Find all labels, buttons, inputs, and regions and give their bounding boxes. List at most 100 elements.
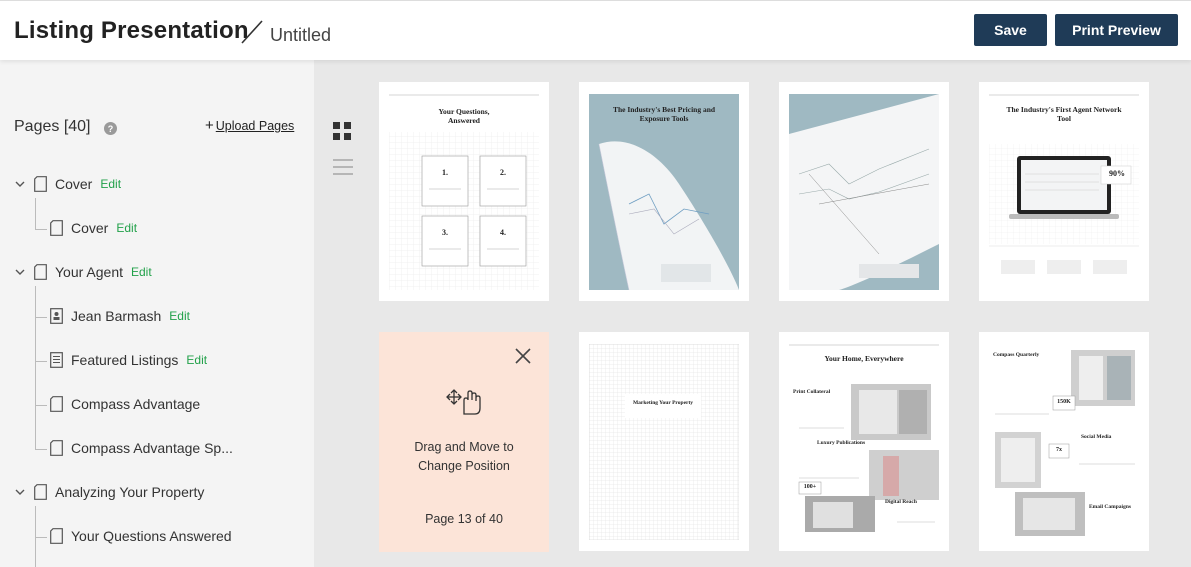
tree-connector xyxy=(35,198,36,230)
close-icon[interactable] xyxy=(515,348,531,364)
thumbnail-preview: Compass Quarterly 150K 7x Social Media E… xyxy=(989,344,1139,540)
tree-connector xyxy=(35,317,47,318)
tree-connector xyxy=(35,286,36,450)
chart-page-art xyxy=(789,94,939,290)
thumbnail-preview: Your Questions, Answered 1. 2. 3. 4. xyxy=(389,94,539,290)
tree-item-label: Cover xyxy=(55,176,93,192)
question-number: 4. xyxy=(500,228,506,237)
page-icon xyxy=(34,264,47,280)
edit-link[interactable]: Edit xyxy=(169,309,190,323)
app-header: Listing Presentation Untitled Save Print… xyxy=(0,0,1191,60)
thumbnail-title: Compass Quarterly xyxy=(993,352,1040,358)
page-position-label: Page 13 of 40 xyxy=(425,512,503,526)
save-button[interactable]: Save xyxy=(974,14,1047,46)
tree-item-label: Cover xyxy=(71,220,109,236)
question-number: 3. xyxy=(442,228,448,237)
network-tool-page-art xyxy=(989,94,1139,274)
page-thumbnail[interactable]: Compass Quarterly 150K 7x Social Media E… xyxy=(979,332,1149,551)
drag-instructions-line2: Change Position xyxy=(418,459,510,473)
agent-profile-icon xyxy=(50,308,63,324)
page-thumbnail[interactable]: Your Questions, Answered 1. 2. 3. 4. xyxy=(379,82,549,301)
tree-item-label: Compass Advantage Sp... xyxy=(71,440,233,456)
tree-item-label: Your Questions Answered xyxy=(71,528,232,544)
slash-divider-icon xyxy=(241,20,263,44)
grid-view-icon[interactable] xyxy=(333,122,351,140)
drag-instructions-line1: Drag and Move to xyxy=(414,440,514,454)
page-icon xyxy=(50,396,63,412)
listings-page-icon xyxy=(50,352,63,368)
tree-connector xyxy=(35,229,47,230)
tree-connector xyxy=(35,537,47,538)
plus-icon: + xyxy=(205,117,214,134)
stat-badge: 150K xyxy=(1057,399,1071,405)
tree-item-featured-listings[interactable]: Featured Listings Edit xyxy=(50,349,207,371)
chevron-down-icon[interactable] xyxy=(14,178,26,190)
tree-item-compass-advantage[interactable]: Compass Advantage xyxy=(50,393,200,415)
print-preview-button[interactable]: Print Preview xyxy=(1055,14,1178,46)
question-number: 2. xyxy=(500,168,506,177)
tree-section-cover[interactable]: Cover Edit xyxy=(14,173,121,195)
tree-section-analyzing-your-property[interactable]: Analyzing Your Property xyxy=(14,481,204,503)
page-thumbnails-area: Your Questions, Answered 1. 2. 3. 4. The… xyxy=(314,60,1191,567)
drag-to-move-card[interactable]: Drag and Move to Change Position Page 13… xyxy=(379,332,549,552)
thumbnail-preview: The Industry's Best Pricing and Exposure… xyxy=(589,94,739,290)
section-heading: Digital Reach xyxy=(885,499,917,505)
thumbnail-preview: The Industry's First Agent Network Tool … xyxy=(989,94,1139,290)
marketing-page-art xyxy=(589,344,739,540)
thumbnail-title: Your Home, Everywhere xyxy=(824,354,904,363)
tree-connector xyxy=(35,405,47,406)
section-heading: Print Collateral xyxy=(793,389,831,395)
page-icon xyxy=(34,176,47,192)
page-thumbnail[interactable]: The Industry's First Agent Network Tool … xyxy=(979,82,1149,301)
compass-quarterly-page-art xyxy=(995,350,1135,536)
page-title: Listing Presentation xyxy=(14,17,249,44)
upload-pages-link[interactable]: + Upload Pages xyxy=(205,117,294,134)
stat-badge: 100+ xyxy=(803,484,817,490)
thumbnail-preview xyxy=(789,94,939,290)
pricing-page-art xyxy=(598,141,739,290)
pages-sidebar: Pages [40] ? + Upload Pages Cover Edit Co… xyxy=(0,60,314,567)
page-thumbnail[interactable]: Your Home, Everywhere Print Collateral L… xyxy=(779,332,949,551)
tree-item-label: Analyzing Your Property xyxy=(55,484,205,500)
edit-link[interactable]: Edit xyxy=(131,265,152,279)
tree-connector xyxy=(35,449,47,450)
drag-hand-icon xyxy=(446,389,481,415)
page-icon xyxy=(50,440,63,456)
tree-item-cover-page[interactable]: Cover Edit xyxy=(50,217,137,239)
section-heading: Email Campaigns xyxy=(1089,504,1132,510)
document-name[interactable]: Untitled xyxy=(270,25,331,46)
tree-item-jean-barmash[interactable]: Jean Barmash Edit xyxy=(50,305,190,327)
edit-link[interactable]: Edit xyxy=(186,353,207,367)
chevron-down-icon[interactable] xyxy=(14,266,26,278)
thumbnail-title: Marketing Your Property xyxy=(632,400,694,406)
tree-section-your-agent[interactable]: Your Agent Edit xyxy=(14,261,152,283)
stat-badge: 90% xyxy=(1109,169,1125,178)
page-thumbnail[interactable]: The Industry's Best Pricing and Exposure… xyxy=(579,82,749,301)
page-thumbnail[interactable] xyxy=(779,82,949,301)
list-view-icon[interactable] xyxy=(333,158,353,176)
tree-connector xyxy=(35,361,47,362)
tree-item-compass-advantage-sp[interactable]: Compass Advantage Sp... xyxy=(50,437,233,459)
drag-instructions: Drag and Move to Change Position xyxy=(379,438,549,476)
tree-item-label: Compass Advantage xyxy=(71,396,201,412)
thumbnail-title: The Industry's Best Pricing and Exposure… xyxy=(612,105,716,123)
thumbnail-title: Your Questions, Answered xyxy=(438,107,490,125)
edit-link[interactable]: Edit xyxy=(116,221,137,235)
chevron-down-icon[interactable] xyxy=(14,486,26,498)
tree-item-label: Your Agent xyxy=(55,264,123,280)
thumbnail-title: The Industry's First Agent Network Tool xyxy=(1006,105,1122,123)
page-icon xyxy=(50,220,63,236)
section-heading: Social Media xyxy=(1081,434,1112,440)
page-icon xyxy=(50,528,63,544)
pages-count-title: Pages [40] xyxy=(14,118,91,135)
tree-item-label: Jean Barmash xyxy=(71,308,162,324)
upload-pages-label: Upload Pages xyxy=(215,119,295,133)
tree-item-label: Featured Listings xyxy=(71,352,179,368)
section-heading: Luxury Publications xyxy=(817,440,866,446)
tree-item-your-questions-answered[interactable]: Your Questions Answered xyxy=(50,525,232,547)
thumbnail-preview: Your Home, Everywhere Print Collateral L… xyxy=(789,344,939,540)
edit-link[interactable]: Edit xyxy=(100,177,121,191)
stat-badge: 7x xyxy=(1056,447,1062,453)
help-icon[interactable]: ? xyxy=(104,122,117,135)
page-thumbnail[interactable]: Marketing Your Property xyxy=(579,332,749,551)
